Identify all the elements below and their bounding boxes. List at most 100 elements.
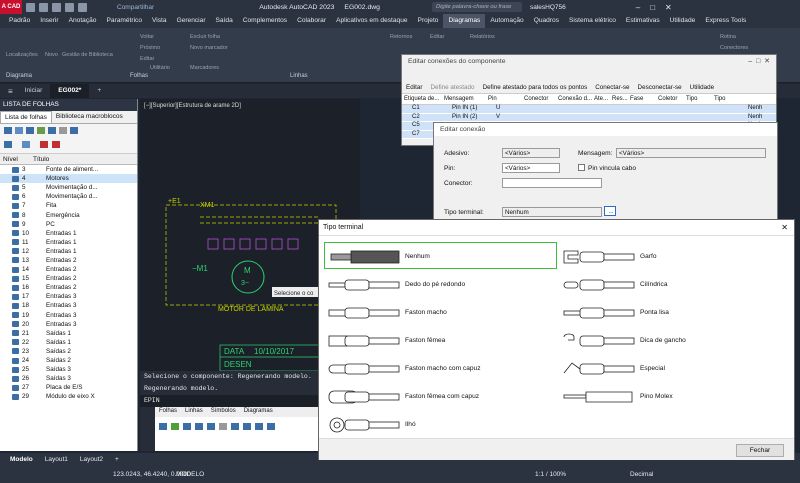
tab-iniciar[interactable]: Iniciar: [17, 84, 51, 98]
tab-padrao[interactable]: Padrão: [4, 14, 35, 28]
sheet-row[interactable]: 15 Entradas 2: [0, 274, 137, 283]
terminal-left-image[interactable]: [327, 247, 403, 267]
tab-vista[interactable]: Vista: [147, 14, 172, 28]
layout-tab-modelo[interactable]: Modelo: [10, 456, 33, 463]
sheet-row[interactable]: 21 Saídas 1: [0, 329, 137, 338]
terminal-option-label[interactable]: Faston macho com capuz: [405, 365, 481, 372]
pin-cabo-checkbox[interactable]: [578, 164, 585, 171]
ribbon-editar2[interactable]: Editar: [430, 34, 444, 40]
sheet-row[interactable]: 13 Entradas 2: [0, 256, 137, 265]
terminal-right-image[interactable]: [562, 303, 638, 323]
menu-icon[interactable]: ≡: [4, 87, 17, 96]
sheet-row[interactable]: 10 Entradas 1: [0, 229, 137, 238]
tab-saida[interactable]: Saída: [211, 14, 238, 28]
sheet-row[interactable]: 23 Saídas 2: [0, 347, 137, 356]
col-level[interactable]: Nível: [0, 154, 30, 164]
ribbon-novo[interactable]: Novo: [45, 52, 58, 58]
terminal-option-label[interactable]: Garfo: [640, 253, 657, 260]
viewport-label[interactable]: [−][Superior][Estrutura de arame 2D]: [144, 103, 241, 109]
ribbon-conectores[interactable]: Conectores: [720, 45, 748, 51]
sheet-row[interactable]: 5 Movimentação d...: [0, 183, 137, 192]
tab-projeto[interactable]: Projeto: [413, 14, 444, 28]
terminal-right-image[interactable]: [562, 331, 638, 351]
minimize-icon[interactable]: –: [636, 3, 640, 12]
ribbon-localizacoes[interactable]: Localizações: [6, 52, 38, 58]
terminal-option-label[interactable]: Especial: [640, 365, 665, 372]
sheet-row[interactable]: 4 Motores: [0, 174, 137, 184]
conn-col-header[interactable]: Res...: [610, 94, 628, 104]
conn-row[interactable]: C2 Pin IN (2) V Nenh: [402, 113, 776, 122]
autocad-logo[interactable]: A CAD: [0, 0, 22, 14]
sheet-row[interactable]: 18 Entradas 3: [0, 301, 137, 310]
fechar-button[interactable]: Fechar: [736, 444, 784, 457]
tipo-terminal-browse-button[interactable]: ...: [604, 206, 616, 216]
pin-field[interactable]: <Vários>: [502, 163, 560, 173]
adesivo-field[interactable]: <Vários>: [502, 148, 560, 158]
tab-lista-folhas[interactable]: Lista de folhas: [0, 111, 52, 123]
conn-col-header[interactable]: Tipo: [712, 94, 732, 104]
terminal-right-image[interactable]: [562, 359, 638, 379]
ribbon-gestao[interactable]: Gestão de Biblioteca: [62, 52, 113, 58]
terminal-left-image[interactable]: [327, 387, 403, 407]
tab-aplicativos[interactable]: Aplicativos em destaque: [331, 14, 412, 28]
ribbon-group-linhas[interactable]: Linhas: [290, 73, 308, 79]
ribbon-group-diagrama[interactable]: Diagrama: [6, 73, 32, 79]
sheet-row[interactable]: 22 Saídas 1: [0, 338, 137, 347]
tab-estimativas[interactable]: Estimativas: [621, 14, 665, 28]
sheet-row[interactable]: 3 Fonte de aliment...: [0, 165, 137, 174]
conector-select[interactable]: [502, 178, 602, 188]
conn-col-header[interactable]: Mensagem: [442, 94, 486, 104]
tab-complementos[interactable]: Complementos: [238, 14, 292, 28]
tab-parametrico[interactable]: Paramétrico: [101, 14, 147, 28]
tab-eg002[interactable]: EG002*: [50, 84, 90, 98]
sheet-row[interactable]: 16 Entradas 2: [0, 283, 137, 292]
undo-icon[interactable]: [65, 2, 74, 12]
ribbon-editar[interactable]: Editar: [140, 56, 154, 62]
conn-col-header[interactable]: Fase: [628, 94, 656, 104]
terminal-option-label[interactable]: Pino Molex: [640, 393, 673, 400]
terminal-left-image[interactable]: [327, 331, 403, 351]
layout-tab-2[interactable]: Layout2: [80, 456, 103, 463]
ribbon-novo-marcador[interactable]: Novo marcador: [190, 45, 228, 51]
sheet-row[interactable]: 29 Módulo de eixo X: [0, 392, 137, 401]
user-name[interactable]: salesHQ756: [530, 4, 566, 11]
mensagem-field[interactable]: <Vários>: [616, 148, 766, 158]
ribbon-retornos[interactable]: Retornos: [390, 34, 412, 40]
mini-tab-linhas[interactable]: Linhas: [181, 407, 207, 417]
btn-editar[interactable]: Editar: [406, 84, 422, 91]
sheet-row[interactable]: 14 Entradas 2: [0, 265, 137, 274]
terminal-option-label[interactable]: Ilhó: [405, 421, 416, 428]
terminal-left-image[interactable]: [327, 303, 403, 323]
ribbon-group-folhas[interactable]: Folhas: [130, 73, 148, 79]
ribbon-proximo[interactable]: Próximo: [140, 45, 160, 51]
mini-tab-folhas[interactable]: Folhas: [155, 407, 181, 417]
search-input[interactable]: Digite palavra-chave ou frase: [431, 2, 522, 12]
ribbon-relatorios[interactable]: Relatórios: [470, 34, 495, 40]
units-readout[interactable]: Decimal: [630, 471, 653, 478]
conn-col-header[interactable]: Conector: [522, 94, 556, 104]
mini-toolbar-icons[interactable]: [155, 417, 318, 437]
terminal-left-image[interactable]: [327, 359, 403, 379]
sheet-row[interactable]: 11 Entradas 1: [0, 238, 137, 247]
tab-colaborar[interactable]: Colaborar: [292, 14, 331, 28]
layout-tab-1[interactable]: Layout1: [45, 456, 68, 463]
command-input[interactable]: EPIN: [140, 395, 318, 407]
tipo-terminal-field[interactable]: Nenhum: [502, 207, 602, 217]
layout-tab-add[interactable]: +: [115, 456, 119, 463]
sheet-row[interactable]: 8 Emergência: [0, 210, 137, 219]
open-icon[interactable]: [39, 2, 48, 12]
tab-biblioteca[interactable]: Biblioteca macroblocos: [52, 111, 127, 123]
ribbon-voltar[interactable]: Voltar: [140, 34, 154, 40]
share-button[interactable]: Compartilhar: [117, 4, 154, 11]
btn-conectar[interactable]: Conectar-se: [595, 84, 629, 91]
terminal-left-image[interactable]: [327, 415, 403, 435]
terminal-option-label[interactable]: Ponta lisa: [640, 309, 669, 316]
new-tab-button[interactable]: +: [89, 84, 109, 98]
btn-define-atestado[interactable]: Define atestado: [430, 84, 474, 91]
tab-utilidade[interactable]: Utilidade: [665, 14, 701, 28]
sheet-row[interactable]: 19 Entradas 3: [0, 311, 137, 320]
ribbon-marcadores[interactable]: Marcadores: [190, 65, 219, 71]
terminal-option-label[interactable]: Faston fêmea com capuz: [405, 393, 479, 400]
save-icon[interactable]: [52, 2, 61, 12]
tab-quadros[interactable]: Quadros: [529, 14, 564, 28]
